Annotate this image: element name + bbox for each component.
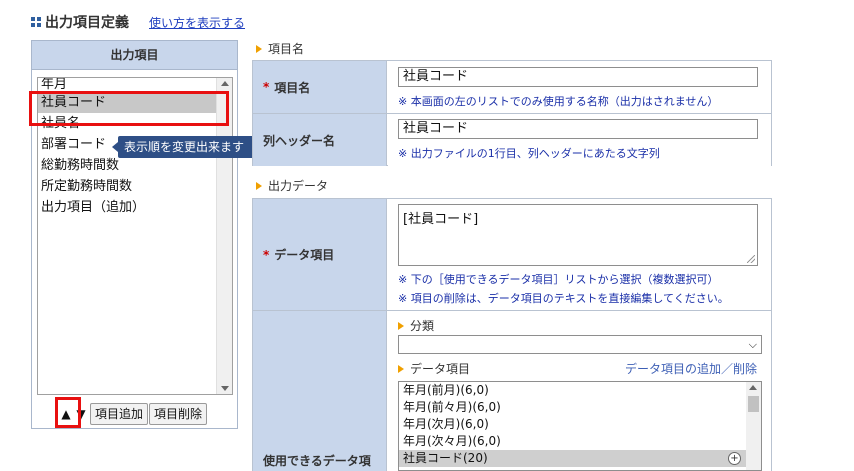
list-item-selected[interactable]: 社員コード(20) +: [399, 450, 761, 467]
available-data-list[interactable]: 年月(前月)(6,0) 年月(前々月)(6,0) 年月(次月)(6,0) 年月(…: [398, 381, 762, 471]
scroll-up-icon[interactable]: [221, 81, 229, 86]
column-header-row: 列ヘッダー名 社員コード ※ 出力ファイルの1行目、列ヘッダーにあたる文字列: [253, 114, 771, 166]
chevron-down-icon[interactable]: ⌵: [749, 339, 757, 351]
reorder-tooltip: 表示順を変更出来ます: [112, 136, 270, 158]
available-items-row: 使用できるデータ項 分類 ⌵ データ項目 データ項目の追加／削除 年月(前月)(…: [253, 311, 771, 471]
category-label-text: 分類: [410, 319, 435, 333]
list-item[interactable]: 出力項目（追加）: [38, 197, 216, 218]
list-item[interactable]: 所定勤務時間数: [38, 176, 216, 197]
item-name-input[interactable]: 社員コード: [398, 67, 758, 87]
list-item-label: 社員コード(20): [403, 451, 488, 465]
page-header: 出力項目定義 使い方を表示する: [31, 12, 245, 32]
scroll-down-icon[interactable]: [221, 386, 229, 391]
item-name-form: * 項目名 社員コード ※ 本画面の左のリストでのみ使用する名称（出力はされませ…: [252, 60, 772, 166]
list-item[interactable]: 年月(次月)(6,0): [399, 416, 761, 433]
triangle-right-icon: [398, 321, 404, 330]
column-header-label: 列ヘッダー名: [253, 114, 387, 166]
help-link[interactable]: 使い方を表示する: [149, 14, 245, 31]
section-output-data-label: 出力データ: [268, 179, 329, 193]
data-item-row: * データ項目 [社員コード] ※ 下の［使用できるデータ項目］リストから選択（…: [253, 199, 771, 311]
data-list-scrollbar[interactable]: [746, 382, 761, 470]
data-items-label-text: データ項目: [410, 362, 471, 376]
list-button-row: ▲ ▼ 項目追加 項目削除: [59, 403, 208, 425]
grid-icon: [31, 17, 41, 27]
plus-icon[interactable]: +: [728, 452, 741, 465]
listbox-scrollbar[interactable]: [216, 78, 232, 394]
required-mark: *: [263, 247, 270, 262]
list-item[interactable]: 年月(次々月)(6,0): [399, 433, 761, 450]
section-item-name: 項目名: [256, 40, 304, 57]
output-items-panel: 出力項目 年月 社員コード 社員名 部署コード 総勤務時間数 所定勤務時間数 出…: [31, 40, 238, 429]
column-header-note: ※ 出力ファイルの1行目、列ヘッダーにあたる文字列: [398, 147, 660, 160]
section-output-data: 出力データ: [256, 177, 328, 194]
available-items-label: 使用できるデータ項: [253, 311, 387, 471]
list-item-selected[interactable]: 社員コード: [38, 92, 216, 113]
data-item-value: [社員コード]: [403, 212, 479, 227]
resize-grip-icon[interactable]: [747, 255, 755, 263]
category-select[interactable]: ⌵: [398, 335, 762, 354]
triangle-right-icon: [256, 181, 262, 190]
section-item-name-label: 項目名: [268, 42, 305, 56]
list-item[interactable]: 年月(前月)(6,0): [399, 382, 761, 399]
scroll-up-icon[interactable]: [749, 385, 757, 390]
required-mark: *: [263, 80, 270, 94]
add-item-button[interactable]: 項目追加: [90, 403, 149, 425]
item-name-note: ※ 本画面の左のリストでのみ使用する名称（出力はされません）: [398, 95, 719, 108]
output-data-form: * データ項目 [社員コード] ※ 下の［使用できるデータ項目］リストから選択（…: [252, 198, 772, 471]
triangle-right-icon: [256, 44, 262, 53]
output-items-listbox[interactable]: 年月 社員コード 社員名 部署コード 総勤務時間数 所定勤務時間数 出力項目（追…: [37, 77, 233, 395]
data-item-note-2: ※ 項目の削除は、データ項目のテキストを直接編集してください。: [398, 292, 729, 305]
column-header-label-text: 列ヘッダー名: [263, 133, 336, 148]
delete-item-button[interactable]: 項目削除: [149, 403, 208, 425]
category-label: 分類: [398, 317, 434, 334]
triangle-right-icon: [398, 364, 404, 373]
list-item[interactable]: 総勤務時間数: [38, 155, 216, 176]
move-up-button[interactable]: ▲: [59, 404, 73, 424]
data-item-textarea[interactable]: [社員コード]: [398, 204, 758, 266]
data-item-label-text: データ項目: [274, 248, 335, 262]
move-down-button[interactable]: ▼: [74, 404, 88, 424]
available-items-label-text: 使用できるデータ項: [263, 454, 371, 468]
output-items-heading: 出力項目: [32, 41, 237, 70]
list-item[interactable]: 社員名: [38, 113, 216, 134]
item-name-label-text: 項目名: [274, 80, 311, 95]
add-delete-data-link[interactable]: データ項目の追加／削除: [625, 360, 757, 377]
column-header-input[interactable]: 社員コード: [398, 119, 758, 139]
list-item[interactable]: 年月: [38, 78, 216, 92]
data-items-label: データ項目: [398, 360, 470, 377]
item-name-label: * 項目名: [253, 61, 387, 113]
item-name-row: * 項目名 社員コード ※ 本画面の左のリストでのみ使用する名称（出力はされませ…: [253, 61, 771, 114]
page-title: 出力項目定義: [45, 15, 129, 31]
data-item-note-1: ※ 下の［使用できるデータ項目］リストから選択（複数選択可）: [398, 273, 719, 286]
list-item[interactable]: 年月(前々月)(6,0): [399, 399, 761, 416]
data-item-label: * データ項目: [253, 199, 387, 310]
scroll-thumb[interactable]: [748, 396, 759, 412]
